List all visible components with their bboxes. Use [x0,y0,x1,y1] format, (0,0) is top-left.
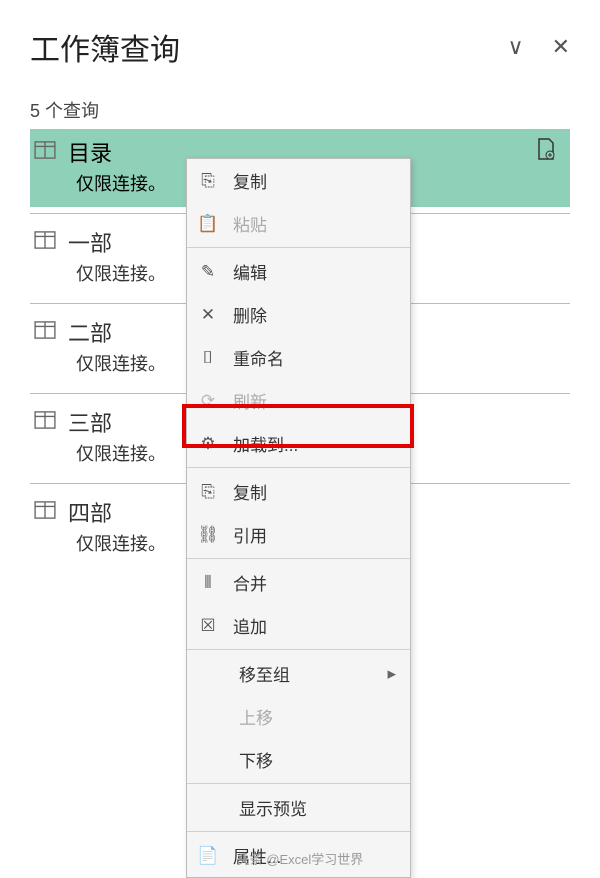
query-name: 目录 [68,136,112,168]
menu-label: 上移 [239,704,400,729]
merge-icon: ⫴ [197,573,219,593]
loadto-icon: ⚙ [197,434,219,454]
menu-label: 复制 [233,168,400,193]
menu-separator [187,467,410,468]
table-icon [34,229,56,255]
duplicate-icon: ⎘ [197,482,219,502]
menu-item-移至组[interactable]: 移至组 ▸ [187,652,410,695]
edit-icon: ✎ [197,262,219,282]
menu-label: 追加 [233,613,400,638]
menu-item-copy[interactable]: ⎘ 复制 [187,159,410,202]
paste-icon: 📋 [197,214,219,234]
menu-item-loadto[interactable]: ⚙ 加载到... [187,422,410,465]
menu-label: 复制 [233,479,400,504]
menu-item-append[interactable]: ☒ 追加 [187,604,410,647]
menu-label: 移至组 [239,661,373,686]
refresh-icon: ⟳ [197,391,219,411]
chevron-down-icon[interactable]: ∨ [507,34,523,60]
menu-label: 粘贴 [233,211,400,236]
title-row: 工作簿查询 ∨ ✕ [30,0,570,79]
append-icon: ☒ [197,616,219,636]
query-name: 四部 [68,496,112,528]
menu-item-refresh: ⟳ 刷新 [187,379,410,422]
query-name: 二部 [68,316,112,348]
menu-separator [187,783,410,784]
menu-label: 引用 [233,522,400,547]
menu-label: 删除 [233,302,400,327]
menu-label: 编辑 [233,259,400,284]
menu-item-paste: 📋 粘贴 [187,202,410,245]
menu-separator [187,649,410,650]
table-icon [34,409,56,435]
menu-item-merge[interactable]: ⫴ 合并 [187,561,410,604]
menu-item-delete[interactable]: ✕ 删除 [187,293,410,336]
query-name: 一部 [68,226,112,258]
menu-label: 刷新 [233,388,400,413]
menu-label: 下移 [239,747,400,772]
table-icon [34,499,56,525]
menu-item-rename[interactable]: ⌷ 重命名 [187,336,410,379]
menu-label: 重命名 [233,345,400,370]
footer-credit: 头条 @Excel学习世界 [0,849,600,868]
menu-separator [187,831,410,832]
close-icon[interactable]: ✕ [552,34,570,60]
rename-icon: ⌷ [197,348,219,368]
copy-icon: ⎘ [197,171,219,191]
chevron-right-icon: ▸ [387,664,400,684]
load-indicator-icon [536,137,566,167]
table-icon [34,139,56,165]
context-menu: ⎘ 复制 📋 粘贴 ✎ 编辑 ✕ 删除 ⌷ 重命名 ⟳ 刷新 ⚙ 加载到... ⎘ 复制 ⛓ 引用 ⫴ 合并 ☒ 追加移至… [186,158,411,878]
menu-item-显示预览[interactable]: 显示预览 [187,786,410,829]
menu-label: 显示预览 [239,795,400,820]
delete-icon: ✕ [197,305,219,325]
menu-item-edit[interactable]: ✎ 编辑 [187,250,410,293]
menu-label: 加载到... [233,431,400,456]
table-icon [34,319,56,345]
panel-title: 工作簿查询 [30,25,507,69]
menu-label: 合并 [233,570,400,595]
menu-item-link[interactable]: ⛓ 引用 [187,513,410,556]
menu-item-下移[interactable]: 下移 [187,738,410,781]
menu-separator [187,247,410,248]
menu-item-上移: 上移 [187,695,410,738]
query-count-label: 5 个查询 [30,97,570,123]
menu-item-duplicate[interactable]: ⎘ 复制 [187,470,410,513]
query-name: 三部 [68,406,112,438]
menu-separator [187,558,410,559]
link-icon: ⛓ [197,525,219,545]
